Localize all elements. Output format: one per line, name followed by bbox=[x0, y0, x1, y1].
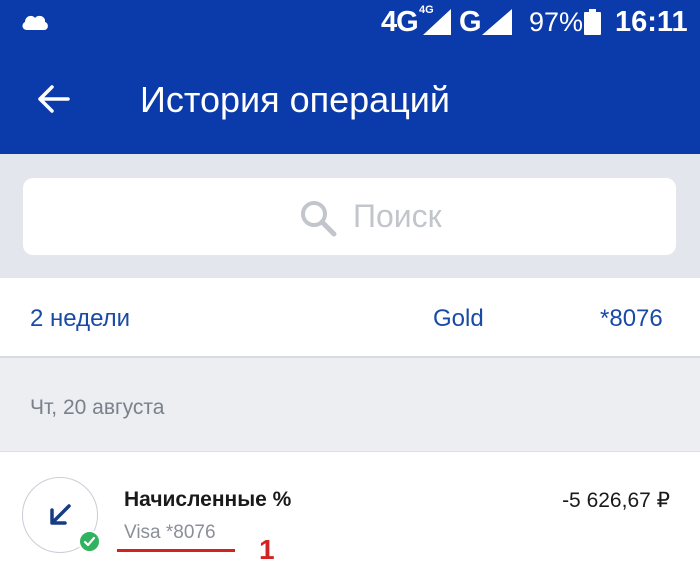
filter-card[interactable]: *8076 bbox=[600, 305, 663, 333]
signal-icon bbox=[482, 9, 512, 35]
transaction-row[interactable]: Начисленные % Visa *8076 -5 626,67 ₽ 1 bbox=[0, 452, 700, 584]
search-section: Поиск bbox=[0, 154, 700, 278]
date-label: Чт, 20 августа bbox=[30, 396, 165, 419]
app-bar: История операций bbox=[0, 46, 700, 154]
transaction-title: Начисленные % bbox=[124, 488, 292, 511]
search-input[interactable]: Поиск bbox=[23, 178, 676, 255]
search-placeholder: Поиск bbox=[353, 198, 442, 234]
filter-product[interactable]: Gold bbox=[433, 305, 484, 333]
filters-bar: 2 недели Gold *8076 bbox=[0, 278, 700, 358]
network-g-label: G bbox=[459, 6, 482, 38]
annotation-marker: 1 bbox=[259, 534, 275, 565]
back-arrow-icon[interactable] bbox=[36, 84, 70, 114]
page-title: История операций bbox=[140, 79, 451, 120]
transaction-card: Visa *8076 bbox=[124, 522, 216, 543]
date-header: Чт, 20 августа bbox=[0, 358, 700, 452]
annotation-underline bbox=[117, 549, 235, 552]
search-icon bbox=[301, 201, 337, 237]
signal-icon bbox=[423, 9, 451, 35]
clock: 16:11 bbox=[615, 6, 688, 38]
cloud-icon bbox=[22, 15, 48, 30]
battery-icon bbox=[584, 9, 601, 35]
filter-period[interactable]: 2 недели bbox=[30, 305, 130, 333]
transaction-amount: -5 626,67 ₽ bbox=[562, 489, 670, 512]
network-4g-label: 4G bbox=[381, 6, 419, 38]
incoming-arrow-icon bbox=[50, 504, 71, 525]
status-bar: 4G 4G G 97% 16:11 bbox=[0, 0, 700, 46]
battery-percent: 97% bbox=[529, 7, 584, 37]
transaction-avatar bbox=[22, 477, 101, 553]
status-check-icon bbox=[78, 530, 101, 553]
